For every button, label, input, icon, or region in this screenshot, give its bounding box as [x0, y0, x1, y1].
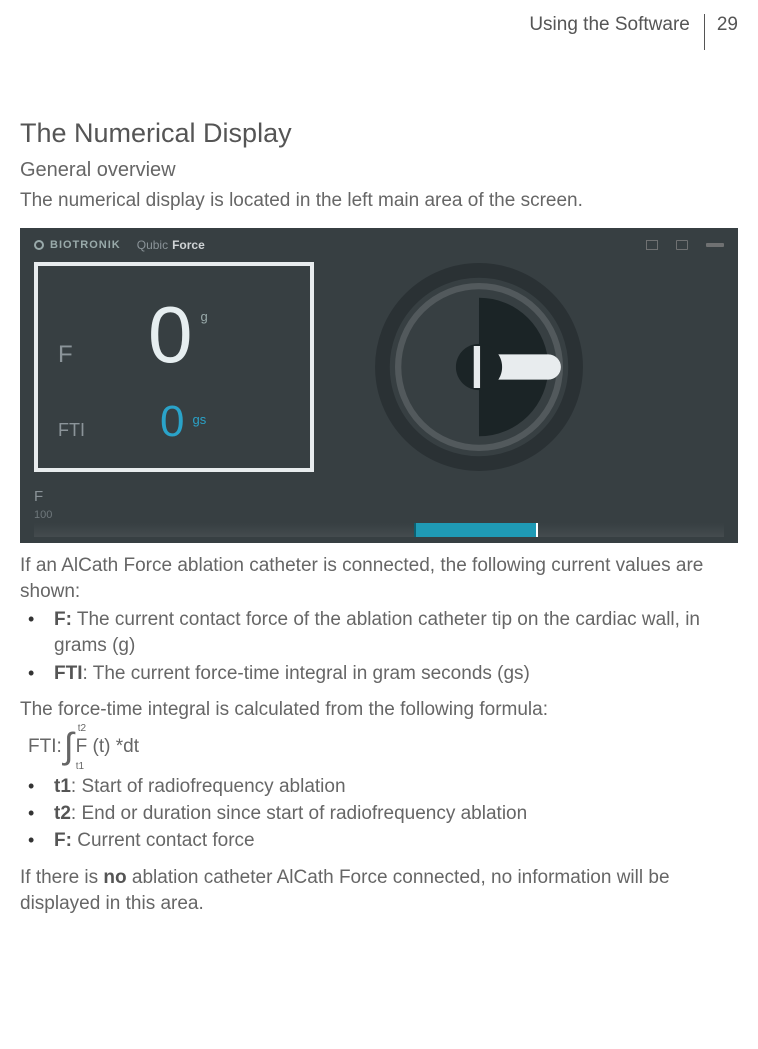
values-list: F: The current contact force of the abla…: [20, 607, 738, 687]
bottom-100-label: 100: [34, 509, 724, 521]
list-text: The current contact force of the ablatio…: [54, 609, 700, 656]
list-bold: F:: [54, 609, 72, 630]
ss-bottom-bar: F 100: [20, 488, 738, 543]
list-item: F: The current contact force of the abla…: [20, 607, 738, 659]
force-bar-segment: [414, 523, 538, 537]
force-value: 0: [148, 299, 193, 371]
list-bold: t2: [54, 803, 71, 824]
force-label: F: [58, 341, 118, 369]
list-item: F: Current contact force: [20, 828, 738, 854]
fti-value: 0: [160, 402, 184, 442]
bottom-f-label: F: [34, 488, 724, 505]
list-text: Current contact force: [72, 830, 255, 851]
numerical-panel: F 0 g FTI 0 gs: [34, 262, 314, 472]
force-row: F 0 g: [58, 299, 290, 371]
para-1: If an AlCath Force ablation catheter is …: [20, 553, 738, 605]
fti-unit: gs: [192, 412, 206, 427]
camera-icon: [646, 240, 658, 250]
para3-bold: no: [103, 867, 126, 888]
integral-lower: t1: [76, 761, 84, 772]
definitions-list: t1: Start of radiofrequency ablation t2:…: [20, 774, 738, 855]
list-bold: F:: [54, 830, 72, 851]
list-bold: t1: [54, 776, 71, 797]
page-number: 29: [705, 14, 738, 50]
para-2: The force-time integral is calculated fr…: [20, 697, 738, 723]
ss-titlebar: BIOTRONIK Qubic Force: [20, 228, 738, 256]
heading-2: General overview: [20, 159, 738, 182]
integral-upper: t2: [78, 723, 86, 734]
para-3: If there is no ablation catheter AlCath …: [20, 865, 738, 917]
list-text: : The current force-time integral in gra…: [83, 663, 530, 684]
list-text: : Start of radiofrequency ablation: [71, 776, 346, 797]
formula-lhs: FTI:: [28, 736, 62, 758]
brand-label: BIOTRONIK: [50, 239, 121, 251]
list-bold: FTI: [54, 663, 83, 684]
force-bar-track: [34, 523, 724, 537]
page-header: Using the Software 29: [20, 10, 738, 70]
force-unit: g: [201, 309, 208, 324]
integral-sign: t2 ∫ t1: [64, 731, 74, 764]
fti-formula: FTI: t2 ∫ t1 F (t) *dt: [28, 731, 738, 764]
list-item: t1: Start of radiofrequency ablation: [20, 774, 738, 800]
logo-icon: [34, 240, 44, 250]
folder-icon: [676, 240, 688, 250]
integral-symbol: ∫: [64, 725, 74, 766]
formula-body: F (t) *dt: [76, 736, 139, 758]
ss-body: F 0 g FTI 0 gs: [20, 256, 738, 472]
force-gauge: [374, 262, 584, 472]
list-text: : End or duration since start of radiofr…: [71, 803, 527, 824]
fti-label: FTI: [58, 420, 118, 441]
minimize-icon: [706, 243, 724, 247]
product-label-1: Qubic: [137, 238, 168, 252]
list-item: t2: End or duration since start of radio…: [20, 801, 738, 827]
titlebar-icons: [646, 240, 724, 250]
fti-row: FTI 0 gs: [58, 402, 290, 442]
product-label-2: Force: [172, 238, 205, 252]
list-item: FTI: The current force-time integral in …: [20, 661, 738, 687]
section-title: Using the Software: [529, 14, 705, 50]
intro-text: The numerical display is located in the …: [20, 188, 738, 214]
software-screenshot: BIOTRONIK Qubic Force F 0 g FTI 0 gs: [20, 228, 738, 543]
heading-1: The Numerical Display: [20, 118, 738, 149]
para3-a: If there is: [20, 867, 103, 888]
